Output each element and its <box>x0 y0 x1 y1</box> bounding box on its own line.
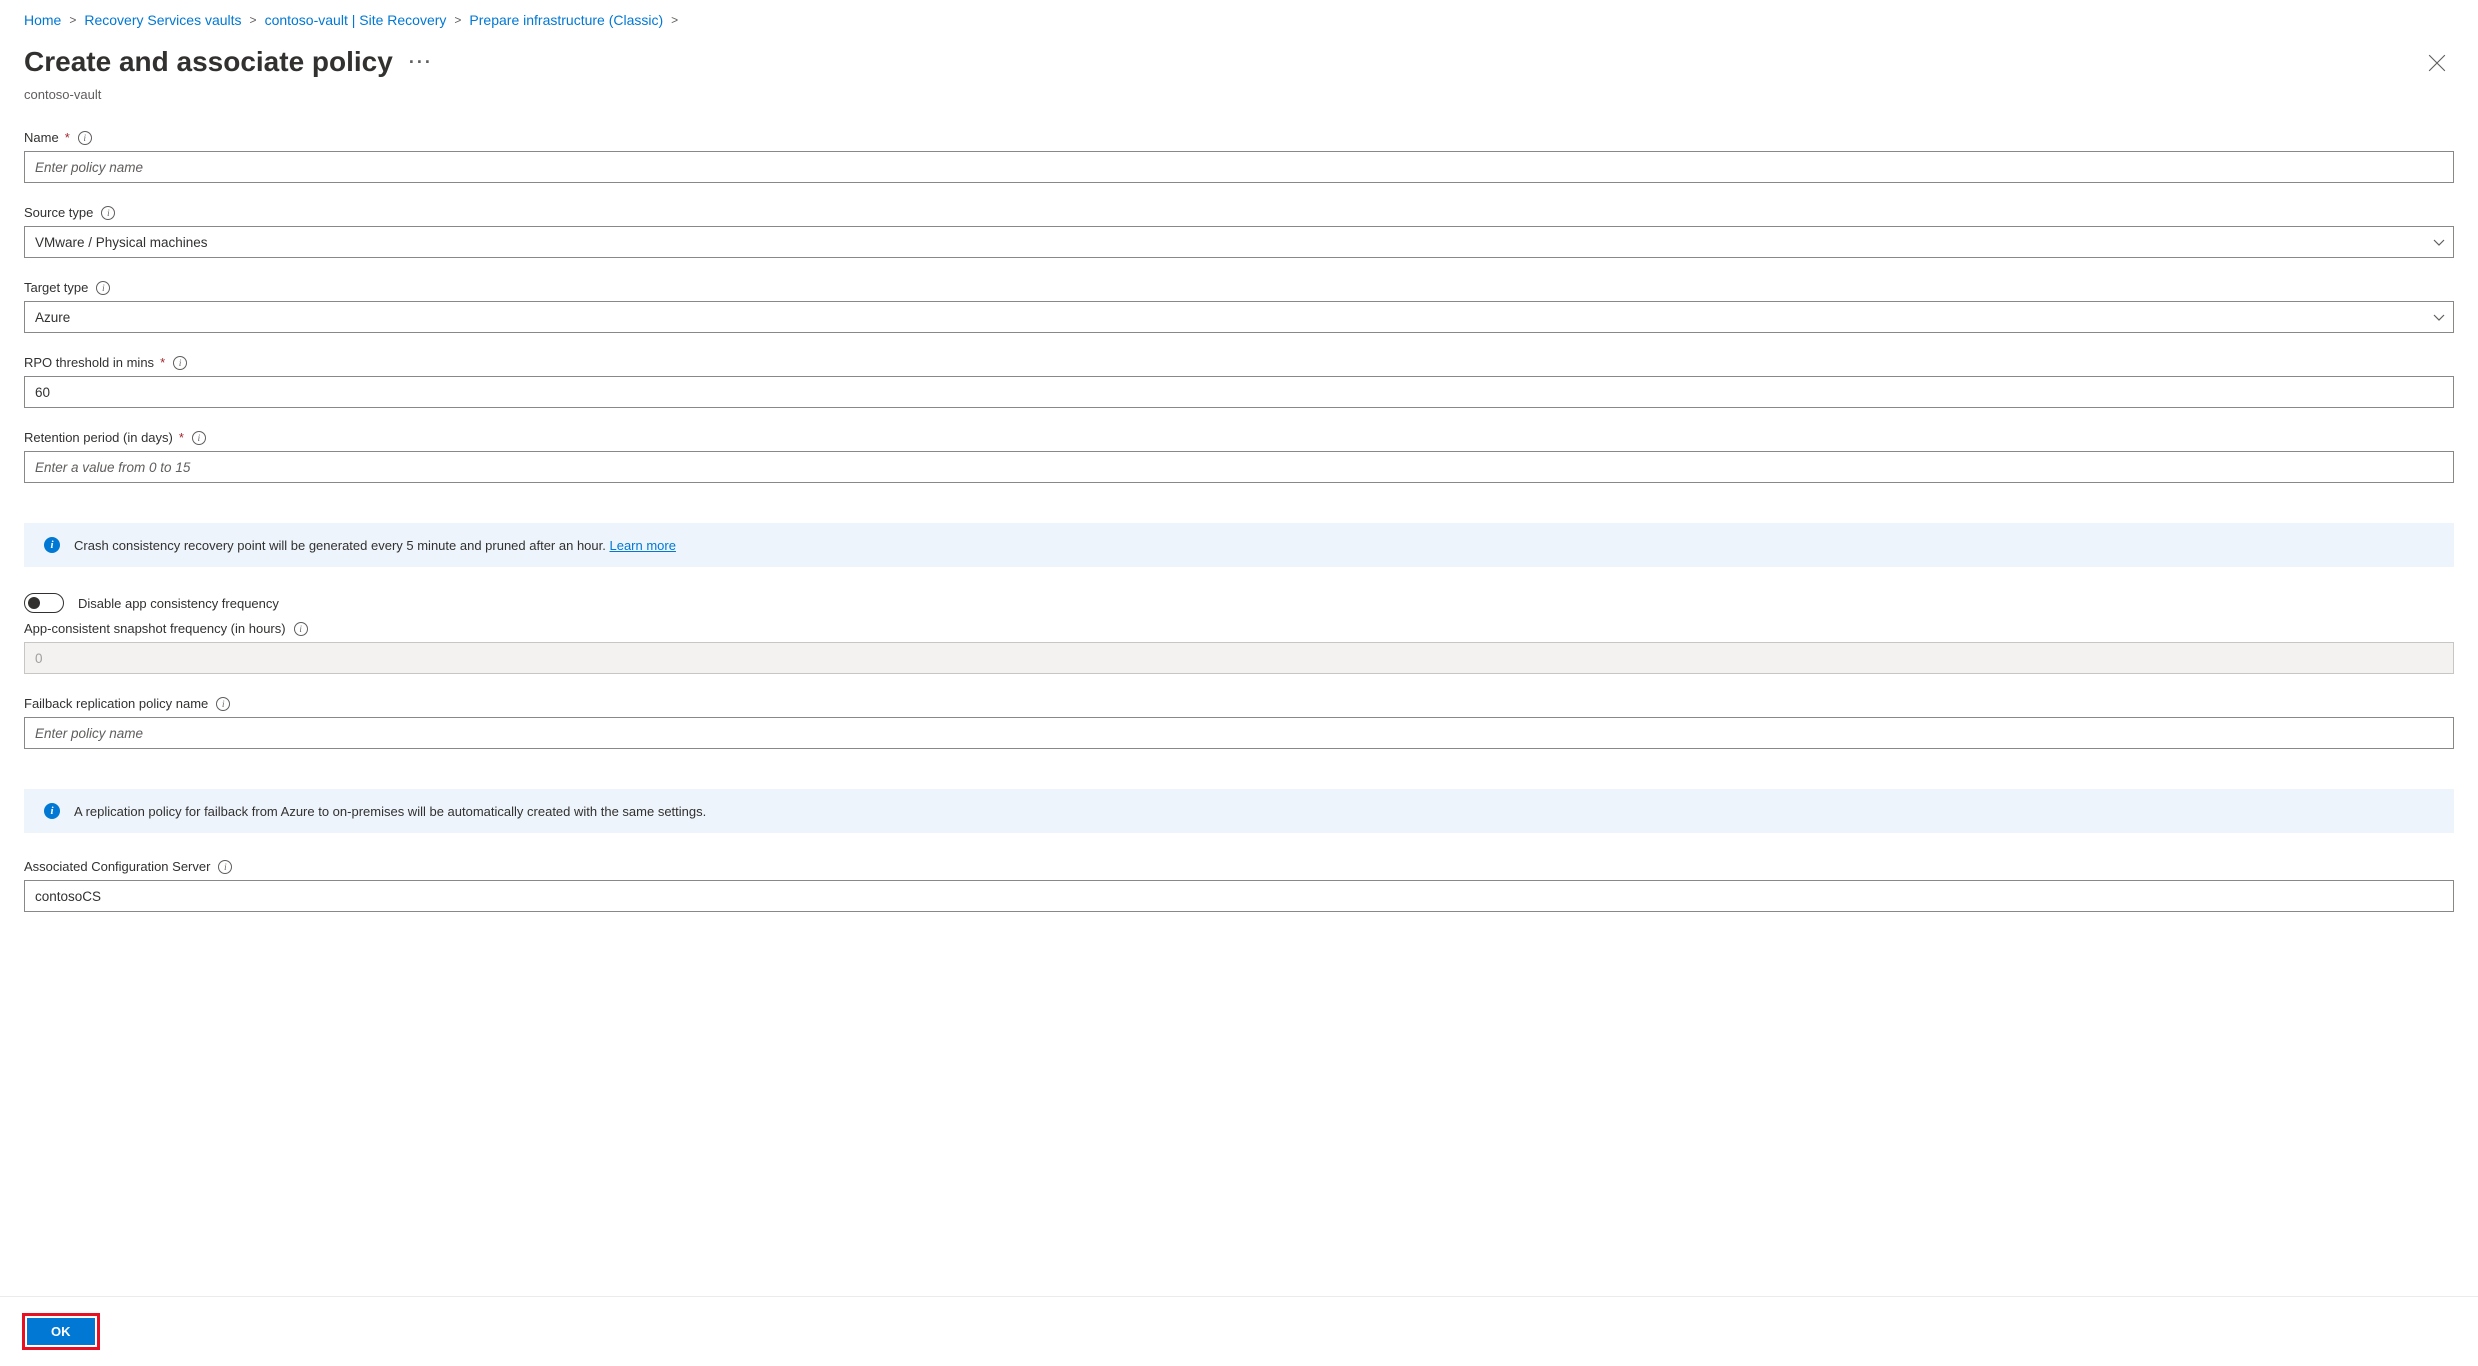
source-type-label: Source type <box>24 205 93 220</box>
info-icon[interactable]: i <box>101 206 115 220</box>
learn-more-link[interactable]: Learn more <box>609 538 675 553</box>
rpo-label: RPO threshold in mins <box>24 355 154 370</box>
more-actions-icon[interactable]: ··· <box>409 52 433 73</box>
info-icon[interactable]: i <box>294 622 308 636</box>
page-subtitle: contoso-vault <box>24 87 2454 102</box>
info-icon[interactable]: i <box>218 860 232 874</box>
page-title: Create and associate policy ··· <box>24 46 433 78</box>
ok-button[interactable]: OK <box>27 1318 95 1345</box>
info-icon[interactable]: i <box>173 356 187 370</box>
breadcrumb-vaults[interactable]: Recovery Services vaults <box>84 12 241 28</box>
source-type-value: VMware / Physical machines <box>35 235 208 250</box>
source-type-select[interactable]: VMware / Physical machines <box>24 226 2454 258</box>
retention-input[interactable] <box>24 451 2454 483</box>
chevron-right-icon: > <box>69 13 76 27</box>
app-consistent-input <box>24 642 2454 674</box>
chevron-right-icon: > <box>250 13 257 27</box>
target-type-select[interactable]: Azure <box>24 301 2454 333</box>
required-indicator: * <box>179 430 184 445</box>
app-consistent-label: App-consistent snapshot frequency (in ho… <box>24 621 286 636</box>
banner1-text: Crash consistency recovery point will be… <box>74 538 609 553</box>
chevron-right-icon: > <box>671 13 678 27</box>
chevron-down-icon <box>2433 236 2445 248</box>
failback-input[interactable] <box>24 717 2454 749</box>
failback-policy-info-banner: i A replication policy for failback from… <box>24 789 2454 833</box>
info-icon[interactable]: i <box>96 281 110 295</box>
failback-label: Failback replication policy name <box>24 696 208 711</box>
breadcrumb-home[interactable]: Home <box>24 12 61 28</box>
target-type-value: Azure <box>35 310 70 325</box>
chevron-down-icon <box>2433 311 2445 323</box>
name-label: Name <box>24 130 59 145</box>
required-indicator: * <box>65 130 70 145</box>
close-button[interactable] <box>2420 46 2454 83</box>
rpo-input[interactable] <box>24 376 2454 408</box>
disable-app-consistency-label: Disable app consistency frequency <box>78 596 279 611</box>
info-solid-icon: i <box>44 803 60 819</box>
footer: OK <box>0 1296 2478 1366</box>
retention-label: Retention period (in days) <box>24 430 173 445</box>
required-indicator: * <box>160 355 165 370</box>
target-type-label: Target type <box>24 280 88 295</box>
name-input[interactable] <box>24 151 2454 183</box>
assoc-server-label: Associated Configuration Server <box>24 859 210 874</box>
breadcrumb-vault-siterecovery[interactable]: contoso-vault | Site Recovery <box>265 12 447 28</box>
info-icon[interactable]: i <box>78 131 92 145</box>
breadcrumb-prepare-infra[interactable]: Prepare infrastructure (Classic) <box>469 12 663 28</box>
banner2-text: A replication policy for failback from A… <box>74 804 706 819</box>
breadcrumb: Home > Recovery Services vaults > contos… <box>24 12 2454 28</box>
assoc-server-input[interactable] <box>24 880 2454 912</box>
info-icon[interactable]: i <box>192 431 206 445</box>
crash-consistency-info-banner: i Crash consistency recovery point will … <box>24 523 2454 567</box>
info-icon[interactable]: i <box>216 697 230 711</box>
chevron-right-icon: > <box>454 13 461 27</box>
disable-app-consistency-toggle[interactable] <box>24 593 64 613</box>
info-solid-icon: i <box>44 537 60 553</box>
close-icon <box>2428 54 2446 72</box>
ok-button-highlight: OK <box>22 1313 100 1350</box>
